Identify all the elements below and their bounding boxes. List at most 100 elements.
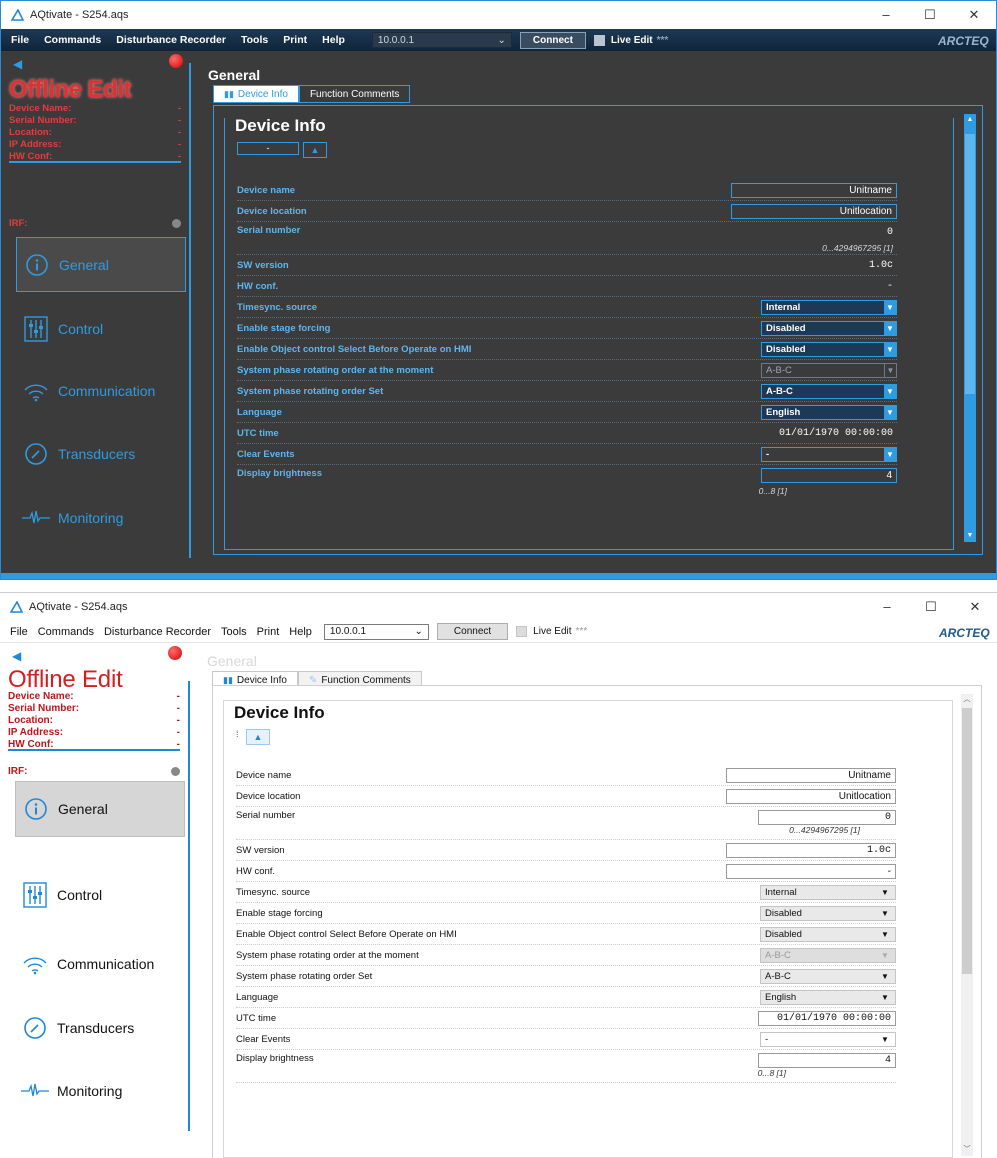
- maximize-button[interactable]: ☐: [909, 593, 953, 621]
- menu-print[interactable]: Print: [257, 626, 280, 638]
- chevron-down-icon: ▼: [881, 929, 889, 939]
- chevron-down-icon: ▼: [884, 321, 896, 335]
- tab-device-info[interactable]: ▮▮ Device Info: [213, 85, 299, 103]
- serial-number-input[interactable]: 0: [887, 225, 897, 240]
- select-value: Internal: [766, 301, 801, 313]
- expand-up-button[interactable]: ▲: [303, 142, 327, 158]
- brand-logo-icon: ARCTEQ: [937, 34, 989, 48]
- scroll-up-icon[interactable]: ▲: [964, 114, 976, 126]
- serial-number-input[interactable]: 0: [758, 810, 896, 825]
- device-info-summary: Device Name: - Serial Number: - Location: -…: [8, 691, 180, 751]
- connect-button[interactable]: Connect: [519, 31, 586, 49]
- scroll-up-icon[interactable]: ︿: [961, 694, 973, 706]
- menu-commands[interactable]: Commands: [38, 626, 94, 638]
- ip-address-combobox[interactable]: 10.0.0.1 ⌄: [371, 32, 512, 48]
- device-location-input[interactable]: Unitlocation: [726, 788, 896, 804]
- select-value: Internal: [765, 886, 797, 898]
- scroll-thumb[interactable]: [962, 708, 972, 974]
- menu-commands[interactable]: Commands: [44, 34, 101, 46]
- chevron-down-icon: ▼: [881, 1034, 889, 1044]
- setting-label: Enable stage forcing: [237, 322, 331, 334]
- display-brightness-input[interactable]: 4: [761, 468, 897, 483]
- collapse-arrow-icon[interactable]: ◀: [13, 57, 22, 71]
- menu-disturbance-recorder[interactable]: Disturbance Recorder: [104, 626, 211, 638]
- clear-events-select[interactable]: - ▼: [761, 446, 897, 462]
- utc-time-input[interactable]: 01/01/1970 00:00:00: [758, 1010, 896, 1026]
- setting-label: Enable Object control Select Before Oper…: [236, 928, 457, 940]
- hw-conf-label: HW Conf:: [8, 739, 54, 750]
- scroll-down-icon[interactable]: ▼: [964, 530, 976, 542]
- sbo-hmi-select[interactable]: Disabled ▼: [760, 926, 896, 942]
- nav-monitoring[interactable]: Monitoring: [16, 498, 186, 538]
- ip-address-combobox[interactable]: 10.0.0.1 ⌄: [323, 623, 429, 640]
- close-button[interactable]: ✕: [952, 1, 996, 29]
- tab-device-info-label: Device Info: [236, 674, 287, 686]
- nav-communication[interactable]: Communication: [15, 944, 185, 984]
- device-location-input[interactable]: Unitlocation: [731, 203, 897, 219]
- close-button[interactable]: ✕: [953, 593, 997, 621]
- nav-transducers[interactable]: Transducers: [15, 1008, 185, 1048]
- menu-print[interactable]: Print: [283, 34, 307, 46]
- select-value: A-B-C: [765, 949, 791, 961]
- nav-monitoring[interactable]: Monitoring: [15, 1071, 185, 1111]
- stage-forcing-select[interactable]: Disabled ▼: [761, 320, 897, 336]
- clear-events-select[interactable]: - ▼: [760, 1031, 896, 1047]
- timesync-source-select[interactable]: Internal ▼: [761, 299, 897, 315]
- live-edit-label: Live Edit: [610, 34, 653, 46]
- maximize-button[interactable]: ☐: [908, 1, 952, 29]
- menu-file[interactable]: File: [10, 626, 28, 638]
- setting-label: Serial number: [236, 810, 296, 821]
- menu-help[interactable]: Help: [289, 626, 312, 638]
- timesync-source-select[interactable]: Internal ▼: [760, 884, 896, 900]
- setting-row: Serial number 0 0...4294967295 [1]: [237, 222, 897, 255]
- pulse-icon: [21, 1077, 49, 1105]
- device-name-input[interactable]: Unitname: [731, 182, 897, 198]
- irf-status-icon: [172, 219, 181, 228]
- minimize-button[interactable]: –: [864, 1, 908, 29]
- nav-general[interactable]: General: [15, 781, 185, 837]
- expand-up-button[interactable]: ▲: [246, 729, 270, 745]
- nav-communication[interactable]: Communication: [16, 371, 186, 411]
- minimize-button[interactable]: –: [865, 593, 909, 621]
- info-icon: [22, 795, 50, 823]
- connect-button[interactable]: Connect: [436, 623, 509, 640]
- menu-tools[interactable]: Tools: [241, 34, 268, 46]
- phase-order-set-select[interactable]: A-B-C ▼: [761, 383, 897, 399]
- setting-label: Serial number: [237, 225, 301, 236]
- scroll-thumb[interactable]: [965, 134, 975, 394]
- control-sliders-icon: [22, 315, 50, 343]
- phase-order-set-select[interactable]: A-B-C ▼: [760, 968, 896, 984]
- tab-function-comments[interactable]: Function Comments: [298, 85, 411, 103]
- scroll-down-icon[interactable]: ﹀: [961, 1144, 973, 1156]
- nav-control[interactable]: Control: [15, 875, 185, 915]
- menu-help[interactable]: Help: [322, 34, 345, 46]
- menu-tools[interactable]: Tools: [221, 626, 247, 638]
- vertical-scrollbar[interactable]: ▲ ▼: [964, 114, 976, 542]
- sbo-hmi-select[interactable]: Disabled ▼: [761, 341, 897, 357]
- nav-control[interactable]: Control: [16, 309, 186, 349]
- display-brightness-input[interactable]: 4: [758, 1053, 896, 1068]
- collapse-arrow-icon[interactable]: ◀: [12, 649, 21, 663]
- nav-general[interactable]: General: [16, 237, 186, 292]
- language-select[interactable]: English ▼: [760, 989, 896, 1005]
- live-edit-checkbox[interactable]: [593, 34, 605, 46]
- vertical-scrollbar[interactable]: ︿ ﹀: [961, 694, 973, 1156]
- setting-label: Clear Events: [236, 1033, 291, 1045]
- language-select[interactable]: English ▼: [761, 404, 897, 420]
- collapse-button[interactable]: -: [237, 142, 299, 155]
- select-value: Disabled: [766, 322, 806, 334]
- location-label: Location:: [8, 715, 53, 726]
- utc-time-input[interactable]: 01/01/1970 00:00:00: [779, 426, 897, 441]
- stage-forcing-select[interactable]: Disabled ▼: [760, 905, 896, 921]
- setting-label: System phase rotating order at the momen…: [237, 364, 434, 376]
- menu-disturbance-recorder[interactable]: Disturbance Recorder: [116, 34, 226, 46]
- triangle-up-icon: ▲: [310, 145, 320, 155]
- device-info-group: Device Info - ▲ Device name Unitname Devi…: [224, 116, 954, 550]
- menu-file[interactable]: File: [11, 34, 29, 46]
- collapse-handle[interactable]: ⁞: [236, 729, 244, 745]
- device-name-input[interactable]: Unitname: [726, 767, 896, 783]
- setting-label: Display brightness: [236, 1053, 314, 1064]
- live-edit-checkbox[interactable]: [516, 626, 528, 637]
- triangle-up-icon: ▲: [253, 732, 263, 742]
- nav-transducers[interactable]: Transducers: [16, 434, 186, 474]
